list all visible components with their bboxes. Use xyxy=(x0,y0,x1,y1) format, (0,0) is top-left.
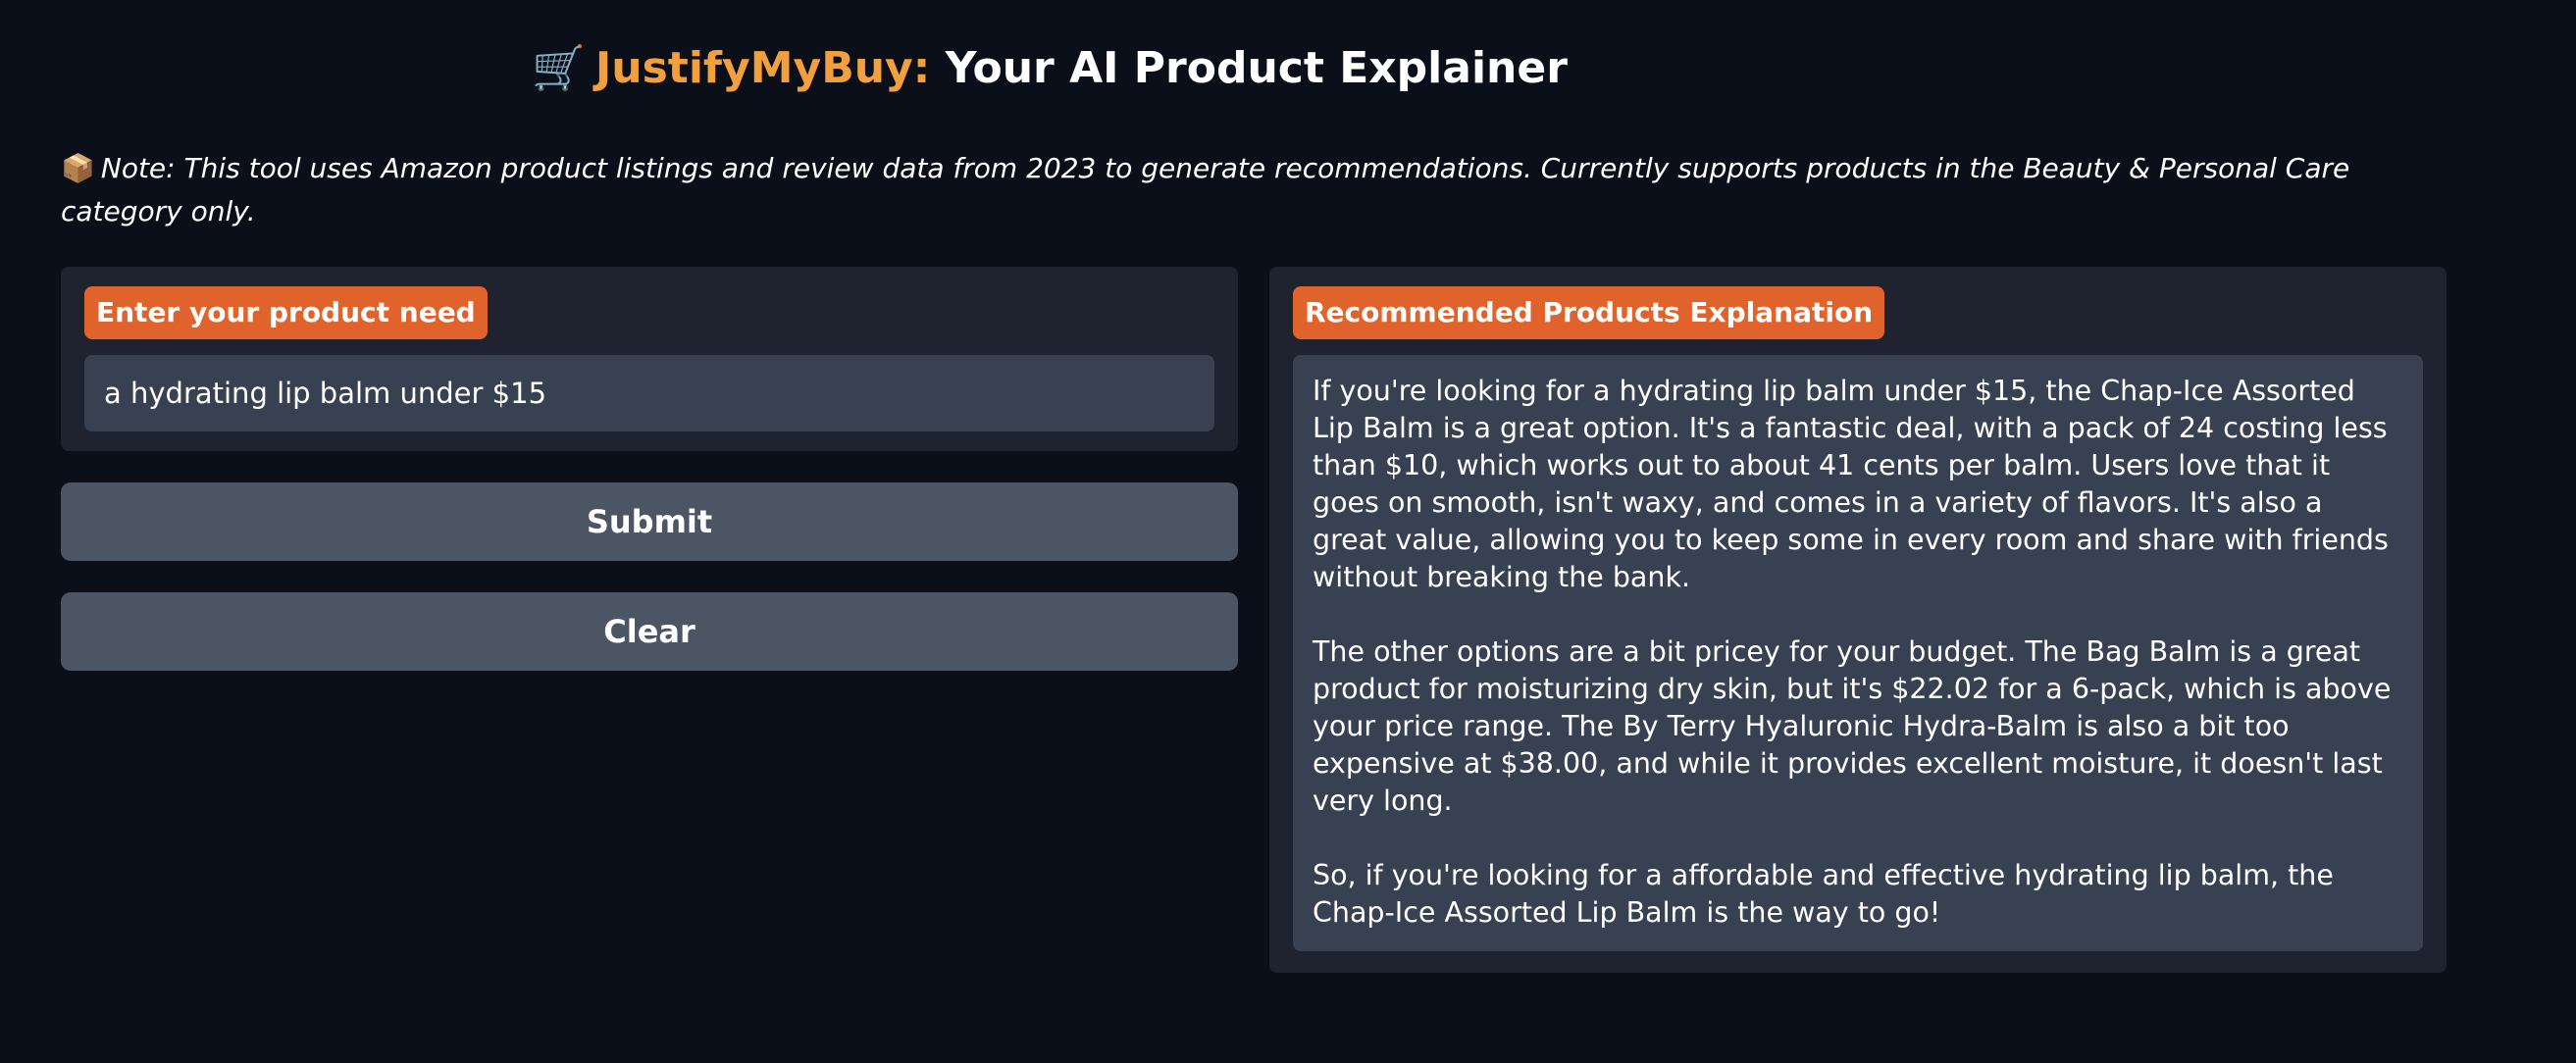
input-panel: Enter your product need a hydrating lip … xyxy=(61,267,1238,451)
explanation-paragraph: The other options are a bit pricey for y… xyxy=(1313,635,2392,817)
info-note: 📦 Note: This tool uses Amazon product lis… xyxy=(61,147,2435,233)
output-panel: Recommended Products Explanation If you'… xyxy=(1269,267,2447,973)
package-icon: 📦 xyxy=(61,152,95,184)
note-text: Note: This tool uses Amazon product list… xyxy=(61,152,2350,228)
output-label: Recommended Products Explanation xyxy=(1293,286,1885,339)
explanation-paragraph: If you're looking for a hydrating lip ba… xyxy=(1313,375,2389,593)
app-page: 🛒 JustifyMyBuy: Your AI Product Explainer… xyxy=(0,0,2576,1063)
input-label: Enter your product need xyxy=(84,286,488,339)
brand-name: JustifyMyBuy: xyxy=(594,43,931,93)
clear-button[interactable]: Clear xyxy=(61,592,1238,671)
explanation-output[interactable]: If you're looking for a hydrating lip ba… xyxy=(1293,355,2423,951)
submit-button[interactable]: Submit xyxy=(61,482,1238,561)
page-subtitle: Your AI Product Explainer xyxy=(945,43,1568,93)
product-need-input[interactable]: a hydrating lip balm under $15 xyxy=(84,355,1214,431)
page-title: 🛒 JustifyMyBuy: Your AI Product Explainer xyxy=(0,41,2099,96)
explanation-paragraph: So, if you're looking for a affordable a… xyxy=(1313,859,2334,929)
shopping-cart-icon: 🛒 xyxy=(532,43,586,93)
